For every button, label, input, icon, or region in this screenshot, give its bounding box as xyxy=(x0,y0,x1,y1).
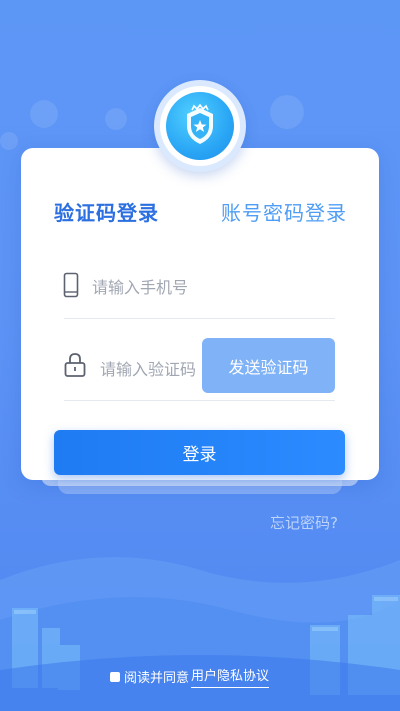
agreement-text: 阅读并同意 xyxy=(124,671,190,686)
divider xyxy=(64,318,335,319)
background-bubble xyxy=(0,132,18,150)
background-bubble xyxy=(30,100,58,128)
phone-input[interactable] xyxy=(90,274,334,300)
divider xyxy=(64,400,335,401)
tab-sms-login[interactable]: 验证码登录 xyxy=(54,197,159,226)
agree-checkbox[interactable] xyxy=(110,671,120,682)
tab-password-login[interactable]: 账号密码登录 xyxy=(221,197,347,226)
privacy-agreement-link[interactable]: 用户隐私协议 xyxy=(191,665,270,688)
login-button[interactable]: 登录 xyxy=(54,430,345,475)
phone-icon xyxy=(63,272,79,302)
background-bubble xyxy=(270,95,304,129)
police-shield-icon xyxy=(166,92,234,160)
agreement-row: 阅读并同意 用户隐私协议 xyxy=(110,665,270,688)
send-code-button[interactable]: 发送验证码 xyxy=(202,338,335,393)
code-input[interactable] xyxy=(98,356,204,382)
background-bubble xyxy=(105,108,127,130)
police-badge xyxy=(154,80,246,172)
lock-icon xyxy=(64,352,86,382)
